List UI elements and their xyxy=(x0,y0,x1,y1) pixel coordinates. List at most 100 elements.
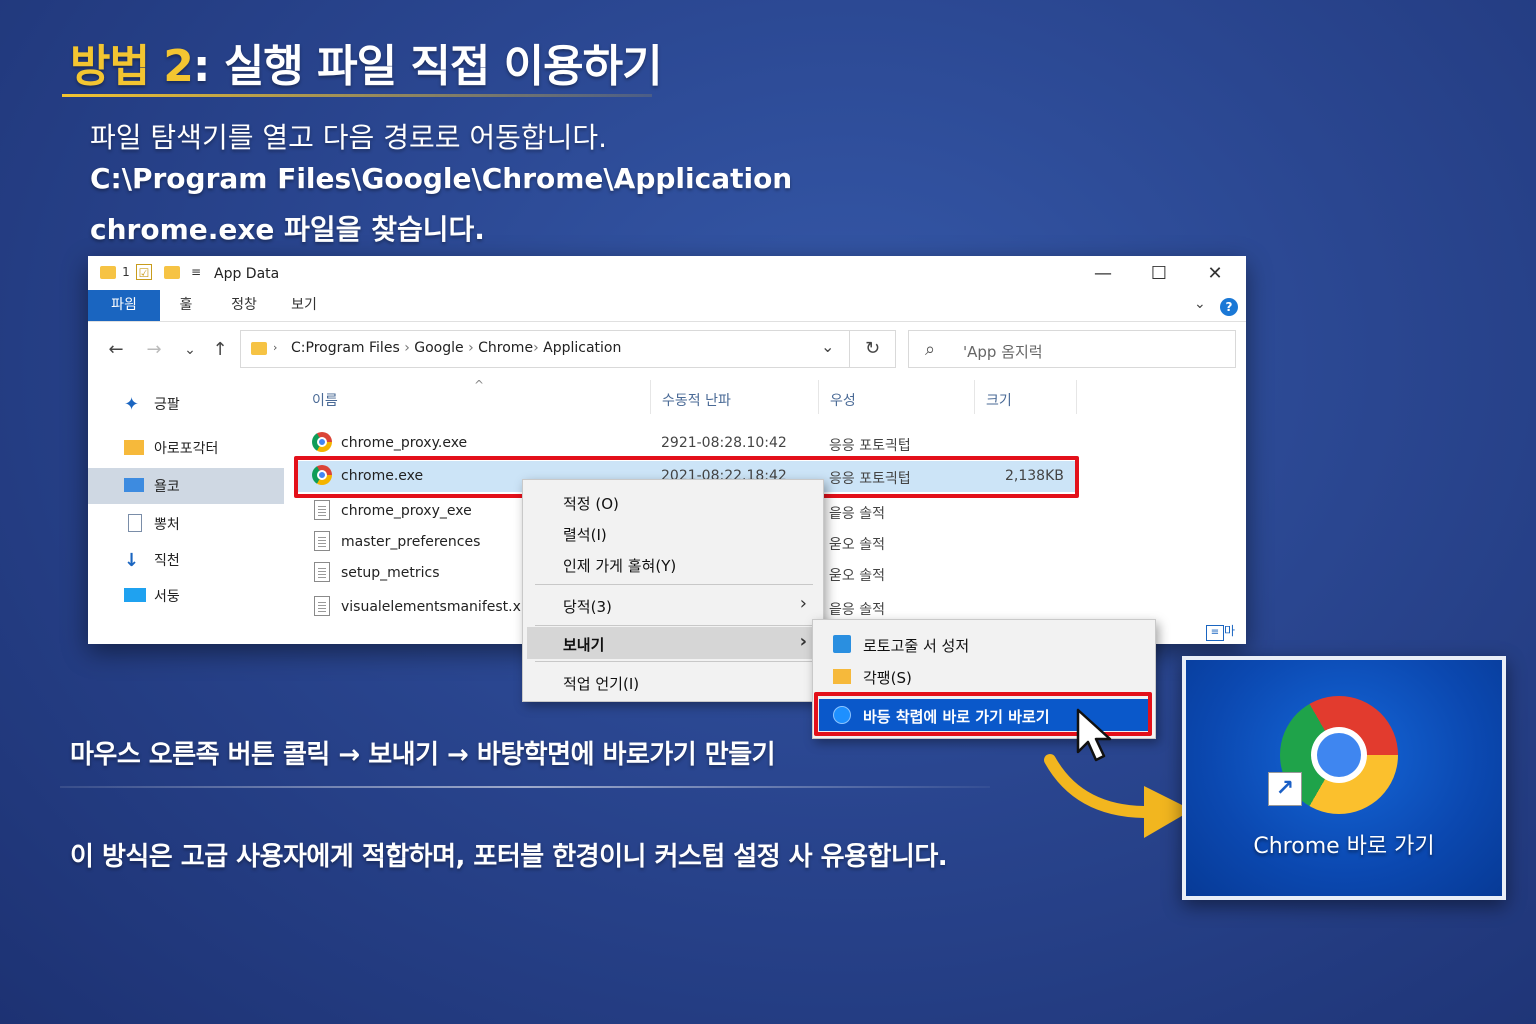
close-icon[interactable]: ✕ xyxy=(1192,260,1238,288)
download-icon: ↓ xyxy=(124,550,140,571)
minimize-icon[interactable]: — xyxy=(1080,260,1126,288)
sidebar-item-folder[interactable]: 아로포각터 xyxy=(88,430,284,466)
sidebar-item-label: 긍팔 xyxy=(154,397,180,413)
sidebar-item-label: 욜코 xyxy=(154,479,180,495)
menu-item-3[interactable]: 인제 가게 홀혀(Y) xyxy=(527,548,819,580)
file-name: master_preferences xyxy=(341,534,481,550)
back-arrow-icon[interactable]: ← xyxy=(104,338,128,362)
desktop-shortcut-tile[interactable]: ↗ Chrome 바로 가기 xyxy=(1182,656,1506,900)
address-dropdown-icon[interactable]: ⌄ xyxy=(821,337,834,356)
file-row[interactable]: chrome_proxy.exe 2921-08:28.10:42 응응 포토긕… xyxy=(296,428,1078,459)
folder-icon xyxy=(833,669,851,684)
menu-item-open[interactable]: 적정 (O) xyxy=(527,486,819,518)
chevron-right-icon: › xyxy=(799,593,807,614)
title-underline xyxy=(62,94,652,97)
menu-item-label: 인제 가게 홀혀(Y) xyxy=(563,557,677,575)
menu-item-label: 적업 언기(I) xyxy=(563,675,640,693)
column-divider xyxy=(1076,380,1077,414)
sidebar-item-desktop[interactable]: 욜코 xyxy=(88,468,284,504)
menu-item-submenu[interactable]: 당적(3) › xyxy=(527,589,819,621)
menu-separator xyxy=(535,625,813,626)
submenu-item-label: 각팽(S) xyxy=(863,669,912,687)
view-toggle[interactable]: ≡ 마 xyxy=(1206,622,1242,641)
customize-qat-icon[interactable]: ≡ xyxy=(188,264,204,280)
properties-icon[interactable]: ☑ xyxy=(136,264,152,280)
chevron-down-icon[interactable]: ⌄ xyxy=(1194,296,1206,312)
intro-line-1: 파일 탐색기를 열고 다음 경로로 어동합니다. xyxy=(90,121,608,154)
sidebar-item-documents[interactable]: 뽕처 xyxy=(88,506,284,542)
shortcut-arrow-icon: ↗ xyxy=(1268,772,1302,806)
sort-ascending-icon: ^ xyxy=(474,378,485,392)
breadcrumb-separator: › xyxy=(468,340,474,356)
maximize-icon[interactable]: ☐ xyxy=(1136,260,1182,288)
tab-share[interactable]: 정창 xyxy=(224,290,264,321)
file-type: 읕응 솔적 xyxy=(829,602,885,618)
menu-item-6[interactable]: 적업 언기(I) xyxy=(527,666,819,698)
breadcrumb-item[interactable]: Google xyxy=(414,340,463,356)
file-type: 욷오 솔적 xyxy=(829,568,885,584)
intro-line-3: chrome.exe 파일을 찾습니다. xyxy=(90,213,485,246)
help-icon[interactable]: ? xyxy=(1220,298,1238,316)
file-type: 읕응 솔적 xyxy=(829,506,885,522)
submenu-item-1[interactable]: 로토고줄 서 성저 xyxy=(819,628,1149,660)
column-header-type[interactable]: 우성 xyxy=(830,390,856,410)
new-folder-icon[interactable] xyxy=(164,266,180,279)
column-header-name[interactable]: 이름 xyxy=(312,390,338,410)
refresh-icon[interactable]: ↻ xyxy=(850,330,896,368)
file-icon xyxy=(314,500,330,520)
intro-path: C:\Program Files\Google\Chrome\Applicati… xyxy=(90,162,793,195)
step-instruction: 마우스 오른족 버튼 콜릭 → 보내기 → 바탕학면에 바로가기 만들기 xyxy=(70,740,776,770)
column-header-size[interactable]: 크기 xyxy=(986,390,1012,410)
column-header-date[interactable]: 수동적 난파 xyxy=(662,390,731,410)
file-type: 욷오 솔적 xyxy=(829,537,885,553)
menu-item-label: 렬석(I) xyxy=(563,526,607,544)
details-view-icon[interactable]: ≡ xyxy=(1206,625,1224,641)
ribbon-tabs: 파읨 훌 정창 보기 ⌄ ? xyxy=(88,290,1246,322)
column-divider xyxy=(650,380,651,414)
submenu-item-label: 로토고줄 서 성저 xyxy=(863,637,970,655)
menu-item-label: 적정 (O) xyxy=(563,495,619,513)
file-icon xyxy=(314,596,330,616)
column-divider xyxy=(974,380,975,414)
menu-item-label: 당적(3) xyxy=(563,598,612,616)
breadcrumb-item[interactable]: C:Program Files xyxy=(291,340,400,356)
file-type: 응응 포토긕텁 xyxy=(829,438,911,454)
submenu-item-2[interactable]: 각팽(S) xyxy=(819,660,1149,692)
tab-view[interactable]: 보기 xyxy=(284,290,324,321)
tab-file[interactable]: 파읨 xyxy=(88,290,160,321)
breadcrumb: C:Program Files › Google › Chrome› Appli… xyxy=(291,340,621,356)
breadcrumb-item[interactable]: Application xyxy=(543,340,621,356)
breadcrumb-separator: › xyxy=(404,340,410,356)
breadcrumb-item[interactable]: Chrome xyxy=(478,340,533,356)
menu-separator xyxy=(535,584,813,585)
desktop-icon xyxy=(124,478,144,492)
pin-icon: ✦ xyxy=(124,394,140,415)
menu-item-send-to[interactable]: 보내기 › xyxy=(527,627,819,659)
sidebar-item-downloads[interactable]: ↓ 직천 xyxy=(88,542,284,578)
chevron-right-icon: › xyxy=(273,341,278,354)
address-bar[interactable]: › C:Program Files › Google › Chrome› App… xyxy=(240,330,850,368)
file-modified: 2921-08:28.10:42 xyxy=(661,435,787,451)
forward-arrow-icon[interactable]: → xyxy=(142,338,166,362)
sidebar-item-label: 직천 xyxy=(154,553,180,569)
curved-arrow-icon xyxy=(1044,754,1192,838)
divider xyxy=(60,786,990,788)
tab-home[interactable]: 훌 xyxy=(166,290,206,321)
sidebar-item-monitor[interactable]: 서둥 xyxy=(88,578,284,614)
search-box[interactable]: ⌕ 'App 옴지럭 xyxy=(908,330,1236,368)
sidebar-item-quick-access[interactable]: ✦ 긍팔 xyxy=(88,386,284,422)
recent-dropdown-icon[interactable]: ⌄ xyxy=(178,338,202,362)
shortcut-label: Chrome 바로 가기 xyxy=(1253,834,1435,859)
view-toggle-label[interactable]: 마 xyxy=(1224,624,1235,638)
menu-item-2[interactable]: 렬석(I) xyxy=(527,517,819,549)
sidebar-item-label: 뽕처 xyxy=(154,517,180,533)
up-arrow-icon[interactable]: ↑ xyxy=(208,338,232,362)
title-prefix: 방법 2 xyxy=(70,41,194,92)
folder-icon xyxy=(100,266,116,279)
menu-separator xyxy=(535,661,813,662)
search-input[interactable]: 'App 옴지럭 xyxy=(963,341,1043,362)
sidebar-item-label: 서둥 xyxy=(154,589,180,605)
context-menu: 적정 (O) 렬석(I) 인제 가게 홀혀(Y) 당적(3) › 보내기 › 적업 … xyxy=(522,479,824,702)
usage-note: 이 방식은 고급 사용자에게 적합하며, 포터블 한경이니 커스텀 설정 사 유… xyxy=(70,842,948,872)
sidebar-item-label: 아로포각터 xyxy=(154,441,219,457)
